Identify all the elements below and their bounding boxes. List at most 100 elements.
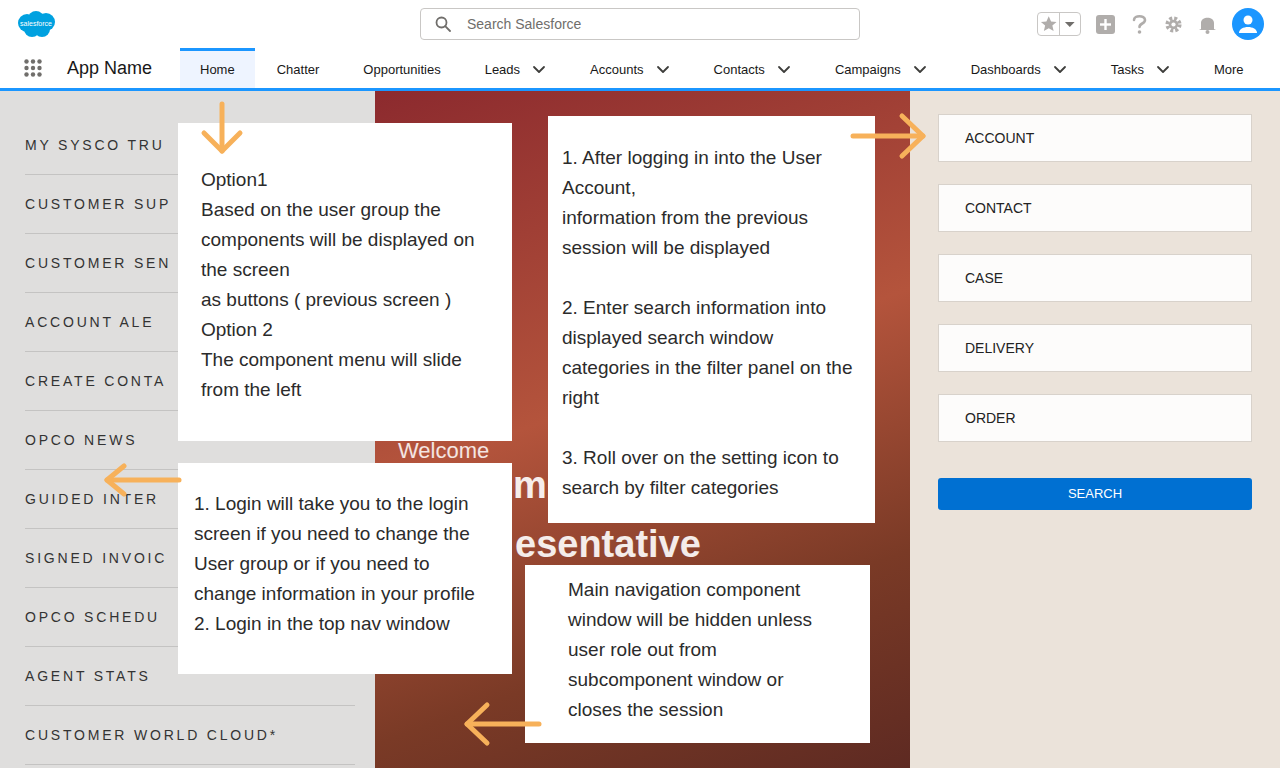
- sidebar-item[interactable]: OPCO SCHEDU: [25, 588, 355, 647]
- filter-field[interactable]: ACCOUNT: [938, 114, 1252, 162]
- note-line: 2. Login in the top nav window: [194, 609, 512, 639]
- chevron-down-icon[interactable]: [1156, 65, 1170, 75]
- sidebar-item[interactable]: OPCO NEWS: [25, 411, 355, 470]
- note-line: from the left: [201, 375, 512, 405]
- tab-label: More: [1214, 60, 1244, 80]
- nav-tab[interactable]: Contacts: [692, 48, 813, 88]
- tab-content: Opportunities: [363, 60, 440, 80]
- nav-tab[interactable]: Dashboards: [949, 48, 1089, 88]
- nav-tab[interactable]: Leads: [463, 48, 568, 88]
- sidebar-item-label: AGENT STATS: [25, 666, 151, 687]
- chevron-down-icon[interactable]: [913, 65, 927, 75]
- salesforce-logo[interactable]: salesforce: [16, 10, 56, 38]
- sidebar-item-label: CUSTOMER WORLD CLOUD*: [25, 725, 278, 746]
- note-line: 1. After logging in into the User: [562, 143, 875, 173]
- note-line: subcomponent window or: [568, 665, 870, 695]
- logo-text: salesforce: [16, 19, 56, 28]
- tab-content: Leads: [485, 60, 546, 80]
- chevron-down-icon[interactable]: [1053, 65, 1067, 75]
- note-line: 1. Login will take you to the login: [194, 489, 512, 519]
- tab-content: Dashboards: [971, 60, 1067, 80]
- search-input[interactable]: [467, 14, 859, 35]
- chevron-down-icon[interactable]: [656, 65, 670, 75]
- tab-label: Campaigns: [835, 60, 901, 80]
- sidebar-item[interactable]: AGENT STATS: [25, 647, 355, 706]
- annotation-note: Main navigation componentwindow will be …: [525, 565, 870, 743]
- sidebar-item-label: SIGNED INVOIC: [25, 548, 167, 569]
- sidebar-item[interactable]: CUSTOMER WORLD CLOUD*: [25, 706, 355, 765]
- app-brand: App Name: [0, 48, 180, 88]
- tab-label: Opportunities: [363, 60, 440, 80]
- help-icon[interactable]: [1130, 13, 1149, 35]
- tab-content: Tasks: [1111, 60, 1170, 80]
- favorites-button[interactable]: [1037, 12, 1081, 36]
- nav-tab[interactable]: Campaigns: [813, 48, 949, 88]
- note-paragraph: 3. Roll over on the setting icon tosearc…: [562, 443, 875, 503]
- note-line: Account,: [562, 173, 875, 203]
- filter-field[interactable]: CASE: [938, 254, 1252, 302]
- note-line: right: [562, 383, 875, 413]
- chevron-down-icon[interactable]: [532, 65, 546, 75]
- chevron-down-icon: [1060, 13, 1080, 35]
- filter-panel: ACCOUNT CONTACT CASE DELIVERY ORDER SEARCH: [910, 91, 1280, 768]
- filter-field[interactable]: DELIVERY: [938, 324, 1252, 372]
- note-line: search by filter categories: [562, 473, 875, 503]
- welcome-text: m: [513, 465, 547, 505]
- tab-content: Campaigns: [835, 60, 927, 80]
- filter-label: CONTACT: [965, 198, 1032, 219]
- filter-label: ACCOUNT: [965, 128, 1034, 149]
- user-avatar[interactable]: [1232, 8, 1264, 40]
- app-launcher-icon[interactable]: [24, 59, 42, 77]
- note-line: as buttons ( previous screen ): [201, 285, 512, 315]
- note-paragraph: Main navigation componentwindow will be …: [568, 575, 870, 725]
- tab-label: Chatter: [277, 60, 320, 80]
- tab-content: More: [1214, 60, 1244, 80]
- filter-field[interactable]: CONTACT: [938, 184, 1252, 232]
- tab-content: Contacts: [714, 60, 791, 80]
- nav-tab[interactable]: Opportunities: [341, 48, 462, 88]
- note-line: Main navigation component: [568, 575, 870, 605]
- nav-tab[interactable]: Accounts: [568, 48, 691, 88]
- sidebar-item[interactable]: MY SYSCO TRU: [25, 116, 355, 175]
- tab-content: Home: [200, 60, 235, 80]
- sidebar-item[interactable]: CUSTOMER SEN: [25, 234, 355, 293]
- sidebar-item-label: ACCOUNT ALE: [25, 312, 154, 333]
- filter-field[interactable]: ORDER: [938, 394, 1252, 442]
- note-line: Option 2: [201, 315, 512, 345]
- note-line: User group or if you need to: [194, 549, 512, 579]
- arrow-icon: [850, 111, 928, 161]
- note-line: Based on the user group the: [201, 195, 512, 225]
- filter-label: ORDER: [965, 408, 1016, 429]
- sidebar-item-label: CUSTOMER SEN: [25, 253, 171, 274]
- note-line: session will be displayed: [562, 233, 875, 263]
- user-icon: [1237, 13, 1259, 35]
- bell-icon[interactable]: [1198, 14, 1217, 34]
- filter-label: DELIVERY: [965, 338, 1034, 359]
- star-icon: [1038, 13, 1059, 35]
- search-button[interactable]: SEARCH: [938, 478, 1252, 510]
- tab-label: Dashboards: [971, 60, 1041, 80]
- nav-tab[interactable]: More: [1192, 48, 1266, 88]
- note-line: information from the previous: [562, 203, 875, 233]
- annotation-layer: WelcomemesentativeOption1Based on the us…: [0, 91, 1280, 768]
- note-line: displayed search window: [562, 323, 875, 353]
- sidebar-item[interactable]: SIGNED INVOIC: [25, 529, 355, 588]
- global-search[interactable]: [420, 8, 860, 40]
- note-line: categories in the filter panel on the: [562, 353, 875, 383]
- annotation-note: Option1Based on the user group thecompon…: [178, 123, 512, 441]
- nav-tab[interactable]: Tasks: [1089, 48, 1192, 88]
- sidebar-item[interactable]: CUSTOMER SUP: [25, 175, 355, 234]
- welcome-photo: [375, 91, 910, 768]
- divider: [1059, 13, 1060, 35]
- sidebar-item[interactable]: GUIDED INTER: [25, 470, 355, 529]
- app-name: App Name: [67, 55, 152, 82]
- plus-icon[interactable]: [1096, 15, 1115, 34]
- sidebar-item[interactable]: CREATE CONTA: [25, 352, 355, 411]
- note-line: components will be displayed on: [201, 225, 512, 255]
- sidebar-item-label: OPCO NEWS: [25, 430, 137, 451]
- chevron-down-icon[interactable]: [777, 65, 791, 75]
- nav-tab[interactable]: Home: [180, 48, 255, 88]
- nav-tab[interactable]: Chatter: [255, 48, 342, 88]
- sidebar-item[interactable]: ACCOUNT ALE: [25, 293, 355, 352]
- gear-icon[interactable]: [1164, 15, 1183, 34]
